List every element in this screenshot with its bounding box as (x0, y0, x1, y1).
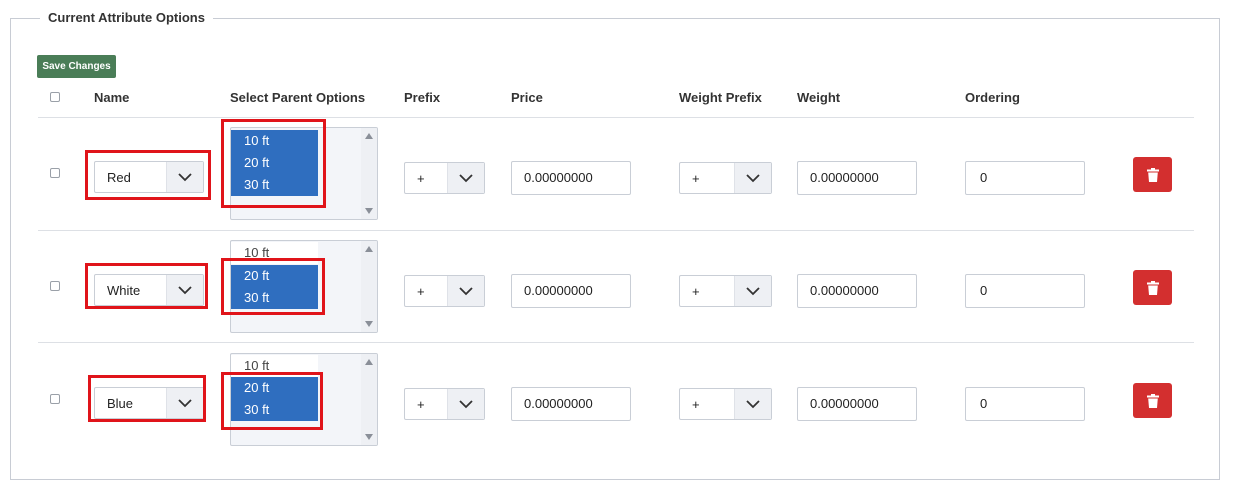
ordering-input[interactable]: 0 (965, 274, 1085, 308)
price-input[interactable]: 0.00000000 (511, 274, 631, 308)
ordering-input[interactable]: 0 (965, 161, 1085, 195)
highlight-box (85, 150, 211, 200)
weight-prefix-value: + (692, 397, 700, 412)
chevron-down-icon (447, 276, 484, 306)
weight-prefix-value: + (692, 284, 700, 299)
delete-button[interactable] (1133, 383, 1172, 418)
prefix-value: + (417, 397, 425, 412)
listbox-scrollbar[interactable] (361, 354, 377, 445)
row-checkbox[interactable] (50, 281, 60, 291)
table-row: White 10 ft 20 ft 30 ft + 0.00000000 + 0… (0, 231, 1236, 344)
scroll-up-icon[interactable] (365, 359, 373, 365)
chevron-down-icon (734, 276, 771, 306)
delete-button[interactable] (1133, 157, 1172, 192)
section-title: Current Attribute Options (40, 10, 213, 25)
weight-input[interactable]: 0.00000000 (797, 387, 917, 421)
column-header-ordering: Ordering (965, 90, 1020, 105)
highlight-box (221, 258, 325, 315)
trash-icon (1146, 393, 1159, 408)
prefix-value: + (417, 171, 425, 186)
scroll-down-icon[interactable] (365, 208, 373, 214)
highlight-box (221, 119, 326, 208)
weight-prefix-select[interactable]: + (679, 388, 772, 420)
highlight-box (85, 263, 208, 309)
highlight-box (88, 375, 206, 422)
listbox-scrollbar[interactable] (361, 128, 377, 219)
highlight-box (221, 372, 323, 430)
select-all-checkbox[interactable] (50, 92, 60, 102)
scroll-down-icon[interactable] (365, 434, 373, 440)
save-changes-button[interactable]: Save Changes (37, 55, 116, 78)
weight-input[interactable]: 0.00000000 (797, 274, 917, 308)
scroll-up-icon[interactable] (365, 246, 373, 252)
listbox-scrollbar[interactable] (361, 241, 377, 332)
column-header-parent-options: Select Parent Options (230, 90, 366, 105)
ordering-input[interactable]: 0 (965, 387, 1085, 421)
column-header-weight-prefix: Weight Prefix (679, 90, 762, 105)
column-header-weight: Weight (797, 90, 841, 105)
scroll-up-icon[interactable] (365, 133, 373, 139)
table-row: Blue 10 ft 20 ft 30 ft + 0.00000000 + 0.… (0, 344, 1236, 457)
chevron-down-icon (447, 163, 484, 193)
table-row: Red 10 ft 20 ft 30 ft + 0.00000000 + 0.0… (0, 118, 1236, 231)
row-checkbox[interactable] (50, 168, 60, 178)
chevron-down-icon (734, 389, 771, 419)
weight-prefix-value: + (692, 171, 700, 186)
weight-prefix-select[interactable]: + (679, 162, 772, 194)
column-header-name: Name (94, 90, 130, 105)
price-input[interactable]: 0.00000000 (511, 387, 631, 421)
prefix-select[interactable]: + (404, 275, 485, 307)
column-header-price: Price (511, 90, 543, 105)
weight-input[interactable]: 0.00000000 (797, 161, 917, 195)
trash-icon (1146, 167, 1159, 182)
chevron-down-icon (447, 389, 484, 419)
prefix-select[interactable]: + (404, 162, 485, 194)
scroll-down-icon[interactable] (365, 321, 373, 327)
delete-button[interactable] (1133, 270, 1172, 305)
trash-icon (1146, 280, 1159, 295)
chevron-down-icon (734, 163, 771, 193)
prefix-value: + (417, 284, 425, 299)
price-input[interactable]: 0.00000000 (511, 161, 631, 195)
row-checkbox[interactable] (50, 394, 60, 404)
weight-prefix-select[interactable]: + (679, 275, 772, 307)
column-header-prefix: Prefix (404, 90, 441, 105)
prefix-select[interactable]: + (404, 388, 485, 420)
